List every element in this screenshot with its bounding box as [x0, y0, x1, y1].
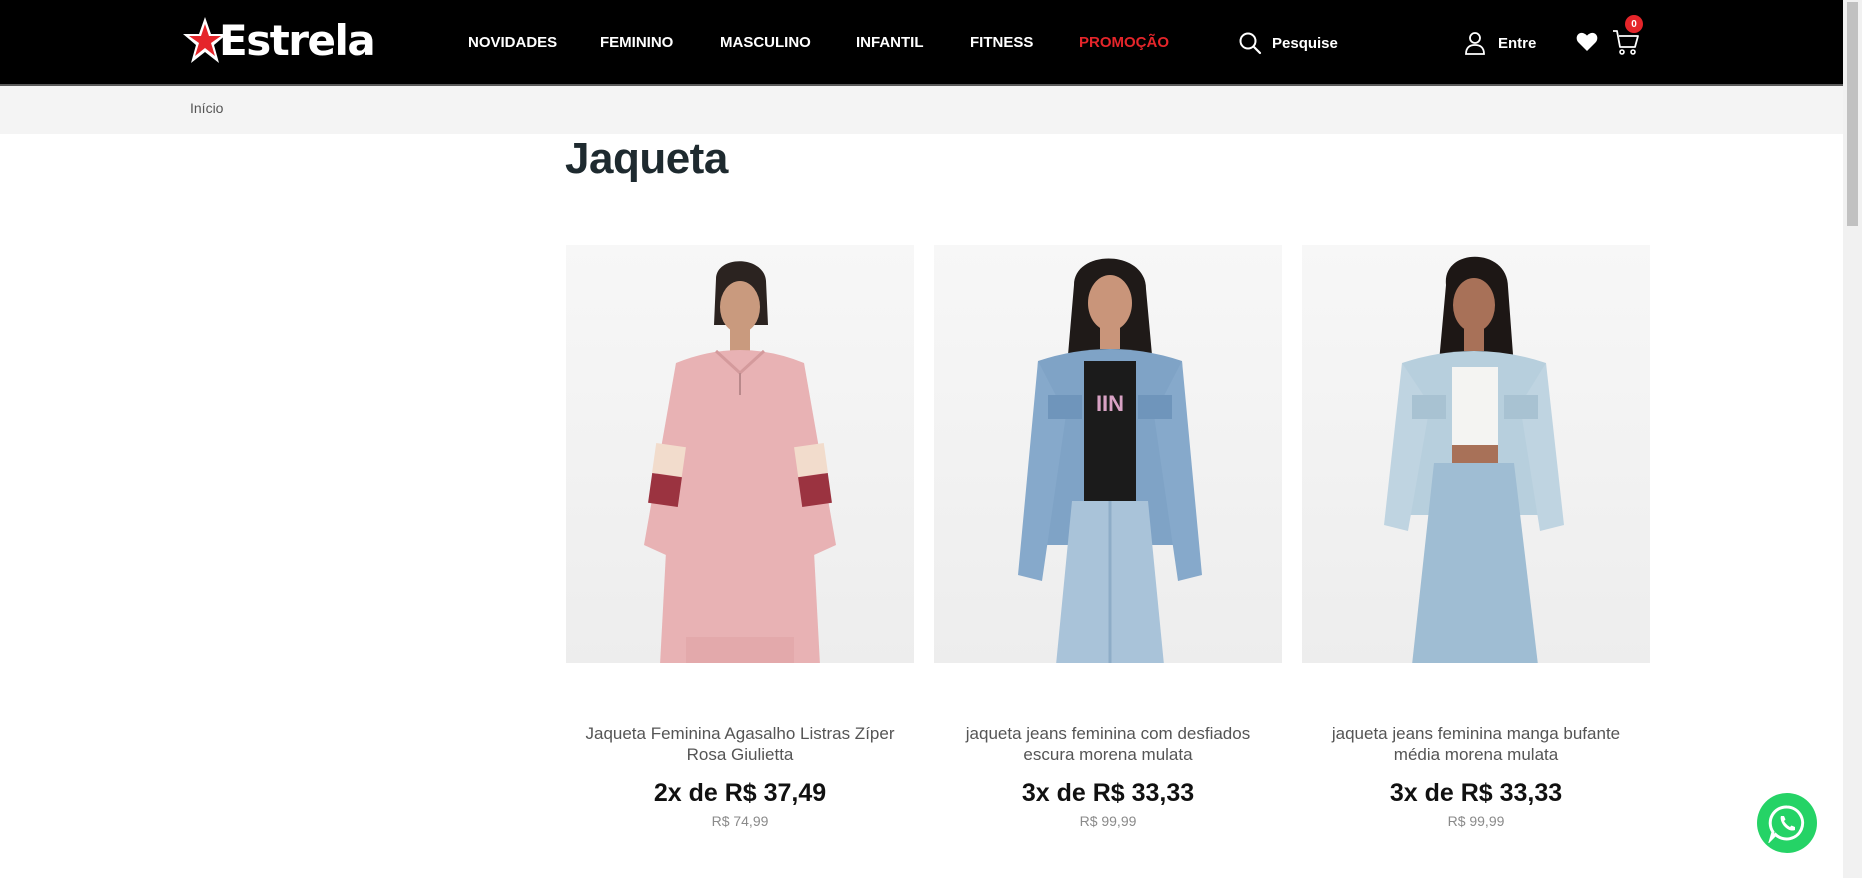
- svg-text:IIN: IIN: [1096, 391, 1124, 416]
- nav-promocao[interactable]: PROMOÇÃO: [1079, 34, 1169, 51]
- product-card[interactable]: IIN jaqueta jeans feminina com desfiados…: [934, 245, 1282, 829]
- scrollbar-thumb[interactable]: [1847, 2, 1858, 226]
- product-name[interactable]: jaqueta jeans feminina com desfiados esc…: [934, 723, 1282, 765]
- nav-infantil[interactable]: INFANTIL: [856, 34, 924, 51]
- product-price: R$ 99,99: [1447, 813, 1505, 829]
- breadcrumb-home[interactable]: Início: [190, 100, 223, 116]
- product-price: R$ 74,99: [711, 813, 769, 829]
- product-image[interactable]: [1302, 245, 1650, 663]
- model-dark-denim-jacket-illustration: IIN: [1018, 258, 1202, 663]
- product-image[interactable]: [566, 245, 914, 663]
- model-light-denim-jacket-illustration: [1384, 256, 1564, 663]
- user-icon: [1465, 32, 1485, 55]
- nav-fitness[interactable]: FITNESS: [970, 34, 1033, 51]
- nav-feminino[interactable]: FEMININO: [600, 34, 673, 51]
- nav-novidades[interactable]: NOVIDADES: [468, 34, 557, 51]
- wishlist-button[interactable]: [1576, 32, 1598, 57]
- product-name[interactable]: jaqueta jeans feminina manga bufante méd…: [1302, 723, 1650, 765]
- site-header: Estrela NOVIDADES FEMININO MASCULINO INF…: [0, 0, 1843, 86]
- heart-icon: [1576, 32, 1598, 51]
- breadcrumb-bar: Início: [0, 86, 1843, 134]
- whatsapp-icon: [1768, 805, 1805, 843]
- whatsapp-button[interactable]: [1757, 793, 1817, 853]
- product-price: R$ 99,99: [1079, 813, 1137, 829]
- product-image[interactable]: IIN: [934, 245, 1282, 663]
- product-installments: 3x de R$ 33,33: [1021, 779, 1195, 807]
- search-button[interactable]: Pesquise: [1238, 31, 1338, 55]
- brand-name: Estrela: [219, 16, 376, 65]
- product-card[interactable]: Jaqueta Feminina Agasalho Listras Zíper …: [566, 245, 914, 829]
- product-name[interactable]: Jaqueta Feminina Agasalho Listras Zíper …: [566, 723, 914, 765]
- nav-masculino[interactable]: MASCULINO: [720, 34, 811, 51]
- cart-button[interactable]: [1612, 28, 1640, 61]
- search-label: Pesquise: [1272, 34, 1338, 52]
- search-icon: [1239, 32, 1262, 55]
- cart-count-badge: 0: [1625, 15, 1643, 33]
- page-scrollbar[interactable]: [1843, 0, 1862, 878]
- account-link[interactable]: Entre: [1464, 31, 1536, 55]
- model-pink-jacket-illustration: [644, 261, 836, 663]
- product-installments: 2x de R$ 37,49: [653, 779, 827, 807]
- page-title: Jaqueta: [565, 134, 728, 183]
- product-installments: 3x de R$ 33,33: [1389, 779, 1563, 807]
- account-label: Entre: [1498, 34, 1537, 52]
- brand-logo[interactable]: Estrela: [183, 14, 376, 68]
- product-card[interactable]: jaqueta jeans feminina manga bufante méd…: [1302, 245, 1650, 829]
